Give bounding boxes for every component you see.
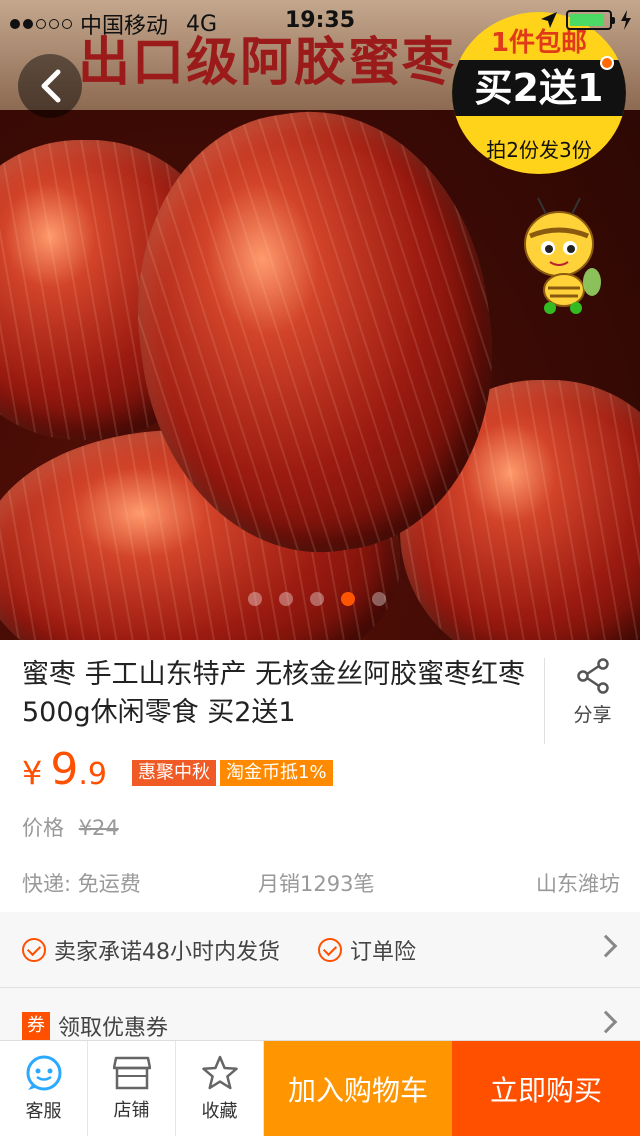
customer-service-button[interactable]: 客服 [0,1041,88,1136]
price-decimal: .9 [78,757,107,792]
back-button[interactable] [18,54,82,118]
carousel-pager[interactable] [248,592,386,606]
pager-dot-active[interactable] [341,592,355,606]
original-price-label: 价格 [22,816,64,840]
currency-symbol: ¥ [22,754,43,792]
shop-label: 店铺 [113,1100,150,1121]
add-to-cart-button[interactable]: 加入购物车 [264,1041,452,1136]
share-label: 分享 [573,704,612,726]
product-title: 蜜枣 手工山东特产 无核金丝阿胶蜜枣红枣500g休闲零食 买2送1 [22,659,526,728]
promo-pay2-get3: 拍2份发3份 [486,138,592,162]
bottom-action-bar: 客服 店铺 收藏 加入购物车 立即购买 [0,1040,640,1136]
current-price: ¥ 9 .9 [22,744,107,795]
star-icon [201,1055,238,1090]
product-info: 蜜枣 手工山东特产 无核金丝阿胶蜜枣红枣500g休闲零食 买2送1 分享 ¥ 9… [0,640,640,912]
charging-bolt-icon [621,10,631,30]
chevron-left-icon [41,69,61,103]
pager-dot[interactable] [279,592,293,606]
promo-buy2-get1: 买2送1 [452,60,626,116]
pager-dot[interactable] [310,592,324,606]
shipping-promise: 卖家承诺48小时内发货 [54,939,280,965]
chevron-right-icon [594,934,618,958]
original-price: 价格 ¥24 [22,812,119,842]
coupon-label: 领取优惠券 [58,1016,169,1041]
promo-tag: 惠聚中秋 [132,760,216,786]
favorite-label: 收藏 [201,1101,238,1122]
bee-mascot-icon [524,197,601,314]
status-bar: 中国移动 4G 19:35 [0,0,640,40]
favorite-button[interactable]: 收藏 [176,1041,264,1136]
share-button[interactable]: 分享 [544,658,640,744]
check-circle-icon [318,937,342,962]
share-icon [576,658,609,694]
original-price-value: ¥24 [78,816,119,840]
price-integer: 9 [50,744,79,795]
ship-from-location: 山东潍坊 [536,872,620,896]
monthly-sales: 月销1293笔 [258,872,375,896]
location-arrow-icon [541,12,557,28]
status-icons [540,10,632,30]
pager-dot[interactable] [248,592,262,606]
notification-dot [600,56,614,70]
promo-tag: 淘金币抵1% [220,760,333,786]
guarantee-row[interactable]: 卖家承诺48小时内发货 订单险 [0,912,640,988]
product-image-carousel[interactable]: 出口级阿胶蜜枣 1件包邮 买2送1 拍2份发3份 [0,0,640,640]
battery-icon [566,10,615,30]
chevron-right-icon [594,1010,618,1034]
coupon-icon: 券 [22,1012,50,1040]
shop-button[interactable]: 店铺 [88,1041,176,1136]
pager-dot[interactable] [372,592,386,606]
buy-now-button[interactable]: 立即购买 [452,1041,640,1136]
order-insurance: 订单险 [350,939,417,965]
promo-tags: 惠聚中秋 淘金币抵1% [132,760,333,786]
shop-icon [112,1056,151,1090]
check-circle-icon [22,937,46,962]
shipping-info: 快递: 免运费 [22,872,141,896]
chat-bubble-icon [26,1055,61,1091]
customer-service-label: 客服 [25,1101,62,1122]
